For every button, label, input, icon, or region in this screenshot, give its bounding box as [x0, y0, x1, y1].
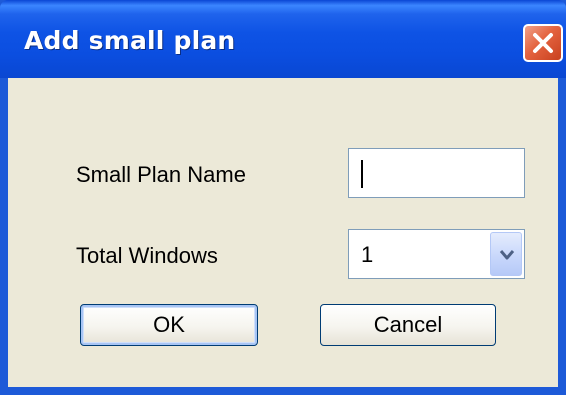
small-plan-name-input[interactable]: [348, 148, 525, 198]
text-caret: [361, 160, 363, 188]
title-bar[interactable]: Add small plan: [0, 0, 566, 78]
cancel-button[interactable]: Cancel: [320, 304, 496, 346]
chevron-down-icon: [499, 250, 515, 260]
total-windows-select[interactable]: 1: [348, 229, 525, 279]
dialog-body: Small Plan Name Total Windows 1 OK Cance…: [8, 78, 558, 387]
small-plan-name-label: Small Plan Name: [76, 162, 246, 187]
dialog-title: Add small plan: [24, 26, 236, 55]
close-icon: [533, 33, 553, 53]
total-windows-dropdown-button[interactable]: [490, 232, 522, 276]
ok-button[interactable]: OK: [80, 304, 258, 346]
total-windows-value: 1: [361, 242, 374, 267]
close-button[interactable]: [523, 24, 563, 62]
total-windows-label: Total Windows: [76, 243, 218, 268]
add-small-plan-dialog: Add small plan Small Plan Name Total Win…: [0, 0, 566, 395]
